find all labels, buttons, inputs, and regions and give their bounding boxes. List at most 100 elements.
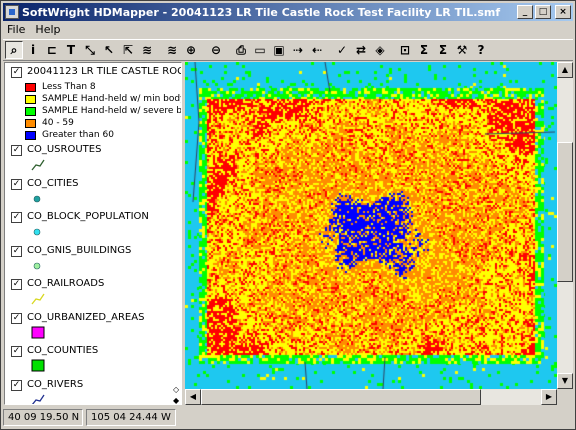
- layer-symbol-icon: [31, 159, 45, 174]
- legend-color-swatch: [25, 95, 36, 104]
- coverage-raster[interactable]: [185, 62, 557, 389]
- window-title: SoftWright HDMapper - 20041123 LR Tile C…: [22, 5, 501, 19]
- compare-button[interactable]: ⇄: [352, 41, 370, 59]
- layer-checkbox[interactable]: ✓: [11, 178, 22, 190]
- latitude-readout: 40 09 19.50 N: [3, 409, 83, 426]
- stack-button[interactable]: ◈: [371, 41, 389, 59]
- magnifier-button[interactable]: ⌕: [5, 41, 23, 59]
- save-icon: ▣: [273, 43, 285, 57]
- minimize-button[interactable]: _: [517, 5, 533, 19]
- open-folder-button[interactable]: ▭: [251, 41, 269, 59]
- layer-checkbox[interactable]: ✓: [11, 145, 22, 156]
- info-icon: i: [30, 43, 36, 57]
- menu-help[interactable]: Help: [31, 22, 66, 38]
- label-button[interactable]: ⊏: [43, 41, 61, 59]
- import-button[interactable]: ⇠: [308, 41, 326, 59]
- legend-scroll-down-icon[interactable]: ◆: [173, 396, 181, 404]
- frame-button[interactable]: ⊡: [396, 41, 414, 59]
- legend-scroll-up-icon[interactable]: ◇: [173, 385, 181, 394]
- close-button[interactable]: ×: [555, 5, 571, 19]
- scroll-down-button[interactable]: ▼: [557, 373, 573, 389]
- legend-color-swatch: [25, 119, 36, 128]
- layer-name: CO_BLOCK_POPULATION: [27, 211, 149, 222]
- layer-symbol-icon: [32, 194, 42, 207]
- scrollbar-corner: [557, 389, 573, 405]
- layer-symbol-icon: [31, 326, 45, 342]
- zoom-in-button[interactable]: ⊕: [182, 41, 200, 59]
- layer-checkbox[interactable]: ✓: [11, 379, 22, 391]
- maximize-button[interactable]: □: [535, 5, 551, 19]
- legend-class-label: SAMPLE Hand-held w/ severe bo: [42, 106, 182, 116]
- layers-alt-icon: ≋: [166, 43, 178, 57]
- text-tool-icon: T: [66, 43, 76, 57]
- pointer-button[interactable]: ⇱: [119, 41, 137, 59]
- pointer-icon: ⇱: [122, 43, 134, 57]
- study-layer-name: 20041123 LR TILE CASTLE ROCK TE: [27, 66, 181, 77]
- help-icon: ?: [477, 43, 485, 57]
- layer-name: CO_RAILROADS: [27, 278, 105, 289]
- label-icon: ⊏: [46, 43, 58, 57]
- text-tool-button[interactable]: T: [62, 41, 80, 59]
- horizontal-scroll-thumb[interactable]: [201, 389, 481, 405]
- layer-checkbox[interactable]: ✓: [11, 312, 22, 324]
- vertical-scroll-thumb[interactable]: [557, 142, 573, 282]
- layer-checkbox[interactable]: ✓: [11, 346, 22, 357]
- menu-file[interactable]: File: [3, 22, 31, 38]
- coverage-map[interactable]: [185, 62, 557, 389]
- edit-check-button[interactable]: ✓: [333, 41, 351, 59]
- layer-symbol-icon: [31, 394, 45, 404]
- sum-alt-button[interactable]: Σ: [434, 41, 452, 59]
- app-window: SoftWright HDMapper - 20041123 LR Tile C…: [0, 0, 576, 430]
- legend-class-label: SAMPLE Hand-held w/ min body: [42, 94, 182, 104]
- info-button[interactable]: i: [24, 41, 42, 59]
- layer-name: CO_USROUTES: [27, 144, 102, 155]
- measure-button[interactable]: ⤡: [81, 41, 99, 59]
- stack-icon: ◈: [375, 43, 385, 57]
- scroll-up-button[interactable]: ▲: [557, 62, 573, 78]
- legend-color-swatch: [25, 131, 36, 140]
- layers-icon: ≋: [141, 43, 153, 57]
- map-vertical-scrollbar[interactable]: ▲ ▼: [557, 62, 573, 389]
- legend-class-label: Less Than 8: [42, 82, 96, 92]
- layers-alt-button[interactable]: ≋: [163, 41, 181, 59]
- wrench-icon: ⚒: [456, 43, 468, 57]
- menu-bar: File Help: [3, 22, 573, 38]
- legend-color-swatch: [25, 83, 36, 92]
- scroll-left-button[interactable]: ◀: [185, 389, 201, 405]
- layers-button[interactable]: ≋: [138, 41, 156, 59]
- toolbar: ⌕ i ⊏ T ⤡ ↖ ⇱ ≋ ≋ ⊕ ⊖ ⎙ ▭ ▣ ⇢ ⇠ ✓ ⇄ ◈ ⊡ Σ Σ ⚒?: [3, 39, 573, 61]
- help-button[interactable]: ?: [472, 41, 490, 59]
- layer-symbol-icon: [32, 261, 42, 274]
- sum-alt-icon: Σ: [438, 43, 448, 57]
- scroll-right-button[interactable]: ▶: [541, 389, 557, 405]
- layer-name: CO_RIVERS: [27, 378, 84, 390]
- select-arrow-button[interactable]: ↖: [100, 41, 118, 59]
- wrench-button[interactable]: ⚒: [453, 41, 471, 59]
- magnifier-icon: ⌕: [10, 42, 18, 57]
- zoom-out-button[interactable]: ⊖: [207, 41, 225, 59]
- select-arrow-icon: ↖: [103, 43, 115, 57]
- layer-name: CO_CITIES: [27, 177, 79, 189]
- title-bar[interactable]: SoftWright HDMapper - 20041123 LR Tile C…: [3, 3, 573, 21]
- layer-checkbox[interactable]: ✓: [11, 212, 22, 223]
- layer-name: CO_COUNTIES: [27, 345, 99, 356]
- measure-icon: ⤡: [85, 42, 95, 57]
- legend-color-swatch: [25, 107, 36, 116]
- export-button[interactable]: ⇢: [289, 41, 307, 59]
- zoom-in-icon: ⊕: [185, 43, 197, 57]
- layer-checkbox[interactable]: ✓: [11, 279, 22, 290]
- map-horizontal-scrollbar[interactable]: ◀ ▶: [185, 389, 557, 405]
- print-button[interactable]: ⎙: [232, 41, 250, 59]
- layer-symbol-icon: [31, 359, 45, 375]
- sum-button[interactable]: Σ: [415, 41, 433, 59]
- legend-panel[interactable]: ✓ 20041123 LR TILE CASTLE ROCK TE Less T…: [4, 62, 182, 405]
- longitude-readout: 105 04 24.44 W: [86, 409, 176, 426]
- frame-icon: ⊡: [399, 43, 411, 57]
- layer-name: CO_GNIS_BUILDINGS: [27, 244, 132, 256]
- save-button[interactable]: ▣: [270, 41, 288, 59]
- legend-class-label: 40 - 59: [42, 118, 74, 128]
- layer-checkbox[interactable]: ✓: [11, 67, 22, 78]
- app-icon[interactable]: [5, 5, 19, 19]
- layer-checkbox[interactable]: ✓: [11, 245, 22, 257]
- layer-symbol-icon: [31, 293, 45, 308]
